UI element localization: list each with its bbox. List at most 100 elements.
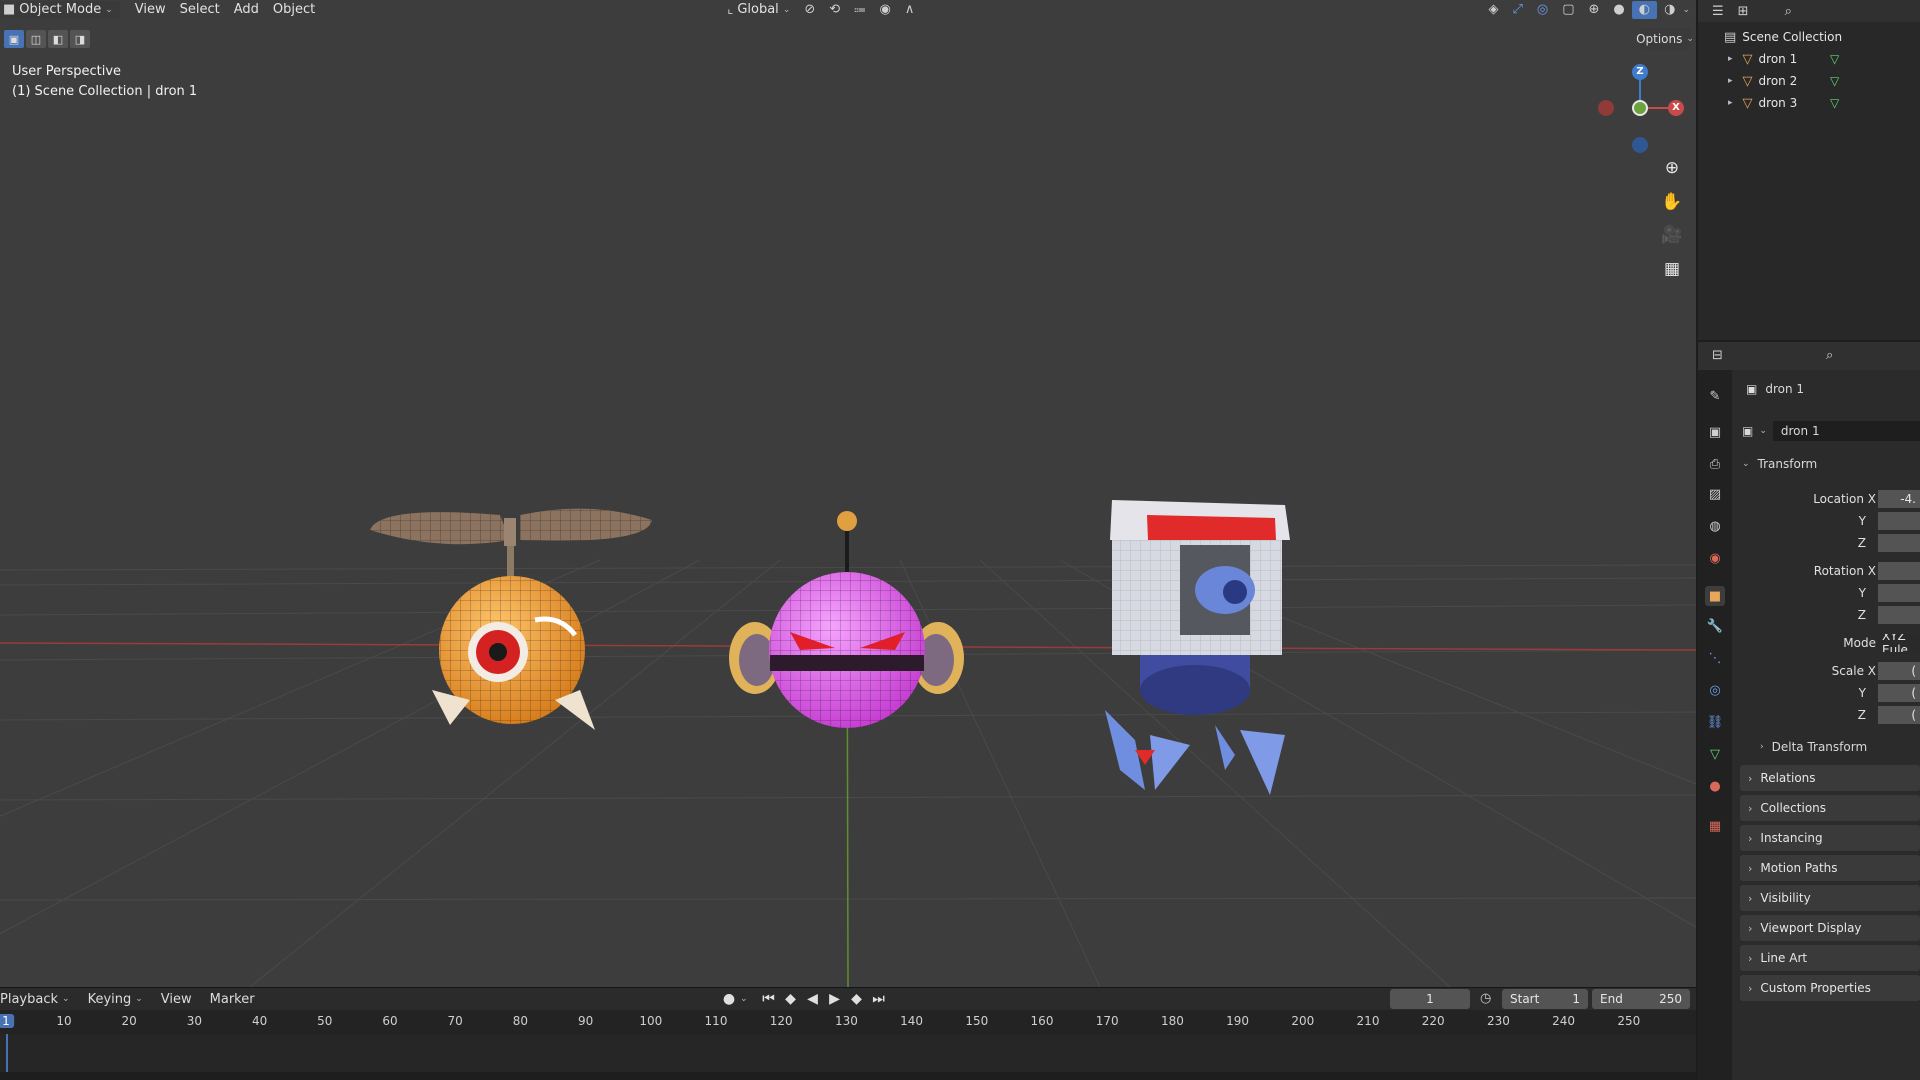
chevron-down-icon[interactable]: ⌄: [1682, 5, 1696, 15]
panel-custom-properties[interactable]: › Custom Properties: [1740, 975, 1920, 1001]
select-subtract-icon[interactable]: ◧: [48, 30, 68, 48]
panel-motion-paths[interactable]: › Motion Paths: [1740, 855, 1920, 881]
next-keyframe-icon[interactable]: ◆: [846, 991, 868, 1007]
frame-ruler[interactable]: 1 10 20 30 40 50 60 70 80 90 100 110 120 130 140 150 160…: [0, 1010, 1696, 1034]
expand-arrow-icon[interactable]: ▸: [1728, 54, 1733, 64]
jump-end-icon[interactable]: ⏭: [868, 991, 890, 1007]
delta-transform-subpanel[interactable]: › Delta Transform: [1760, 740, 1867, 754]
snap-target-icon[interactable]: ⩴: [847, 1, 872, 19]
timeline-scrollbar[interactable]: [0, 1072, 1696, 1080]
hand-pan-icon[interactable]: ✋: [1657, 187, 1687, 217]
view-layer-tab-icon[interactable]: ▨: [1705, 484, 1725, 504]
select-extend-icon[interactable]: ◫: [26, 30, 46, 48]
location-y-field[interactable]: [1878, 512, 1920, 530]
panel-visibility[interactable]: › Visibility: [1740, 885, 1920, 911]
play-icon[interactable]: ▶: [824, 991, 846, 1007]
render-tab-icon[interactable]: ▣: [1705, 422, 1725, 442]
timeline-editor[interactable]: Playback ⌄ Keying ⌄ View Marker ● ⌄ ⏮ ◆ ◀ …: [0, 987, 1696, 1080]
world-tab-icon[interactable]: ◉: [1705, 548, 1725, 568]
tool-tab-icon[interactable]: ✎: [1705, 386, 1725, 406]
panel-collections[interactable]: › Collections: [1740, 795, 1920, 821]
outliner-scene-collection[interactable]: ▤ Scene Collection: [1698, 26, 1920, 48]
gizmo-x-axis[interactable]: X: [1668, 100, 1684, 116]
scale-y-field[interactable]: (: [1878, 684, 1920, 702]
object-selector[interactable]: ▣ ⌄ dron 1: [1742, 420, 1920, 442]
menu-select[interactable]: Select: [173, 1, 227, 19]
location-x-field[interactable]: -4.: [1878, 490, 1920, 508]
panel-relations[interactable]: › Relations: [1740, 765, 1920, 791]
outliner-item-dron-1[interactable]: ▸ ▽ dron 1 ▽: [1698, 48, 1920, 70]
outliner[interactable]: ☰ ⊞ ⌕ ▤ Scene Collection ▸ ▽ dron 1 ▽ ▸ …: [1698, 0, 1920, 340]
menu-timeline-view[interactable]: View: [152, 992, 201, 1007]
search-icon[interactable]: ⌕: [1785, 4, 1792, 19]
object-tab-icon[interactable]: ■: [1705, 586, 1725, 606]
zoom-icon[interactable]: ⊕: [1657, 153, 1687, 183]
chevron-down-icon[interactable]: ⌄: [740, 994, 748, 1004]
outliner-item-dron-2[interactable]: ▸ ▽ dron 2 ▽: [1698, 70, 1920, 92]
orientation-selector[interactable]: ⌞ Global ⌄: [720, 1, 797, 19]
pivot-point-icon[interactable]: ⊘: [797, 1, 822, 19]
navigation-gizmo[interactable]: Z X: [1590, 60, 1690, 160]
gizmo-z-axis[interactable]: Z: [1632, 64, 1648, 80]
physics-tab-icon[interactable]: ◎: [1705, 680, 1725, 700]
data-tab-icon[interactable]: ▽: [1705, 744, 1725, 764]
viewport-canvas[interactable]: [0, 0, 1696, 987]
wireframe-shading-icon[interactable]: ⊕: [1582, 1, 1607, 19]
scale-x-field[interactable]: (: [1878, 662, 1920, 680]
rotation-x-field[interactable]: [1878, 562, 1920, 580]
overlays-icon[interactable]: ◎: [1530, 1, 1555, 19]
transform-panel-header[interactable]: ⌄ Transform: [1742, 457, 1817, 471]
outliner-filter-icon[interactable]: ⊞: [1738, 4, 1749, 19]
texture-tab-icon[interactable]: ▦: [1705, 816, 1725, 836]
scale-z-field[interactable]: (: [1878, 706, 1920, 724]
panel-instancing[interactable]: › Instancing: [1740, 825, 1920, 851]
editor-type-icon[interactable]: ⊟: [1712, 348, 1723, 363]
mesh-data-icon[interactable]: ▽: [1830, 96, 1839, 110]
falloff-icon[interactable]: ∧: [898, 1, 922, 19]
jump-start-icon[interactable]: ⏮: [758, 991, 780, 1007]
end-frame-field[interactable]: End 250: [1592, 989, 1690, 1009]
timeline-body[interactable]: [0, 1034, 1696, 1080]
visibility-icon[interactable]: ◈: [1481, 1, 1505, 19]
current-frame-field[interactable]: 1: [1390, 989, 1470, 1009]
solid-shading-icon[interactable]: ●: [1606, 1, 1631, 19]
3d-viewport[interactable]: ■ Object Mode ⌄ View Select Add Object ⌞…: [0, 0, 1696, 987]
scene-tab-icon[interactable]: ◍: [1705, 516, 1725, 536]
expand-arrow-icon[interactable]: ▸: [1728, 98, 1733, 108]
menu-object[interactable]: Object: [266, 1, 322, 19]
proportional-editing-icon[interactable]: ◉: [873, 1, 898, 19]
stopwatch-icon[interactable]: ◷: [1480, 991, 1491, 1006]
select-new-icon[interactable]: ▣: [4, 30, 24, 48]
camera-icon[interactable]: 🎥: [1657, 220, 1687, 250]
rendered-shading-icon[interactable]: ◑: [1657, 1, 1682, 19]
modifier-tab-icon[interactable]: 🔧: [1705, 616, 1725, 636]
mesh-data-icon[interactable]: ▽: [1830, 52, 1839, 66]
outliner-display-mode-icon[interactable]: ☰: [1712, 4, 1724, 19]
location-z-field[interactable]: [1878, 534, 1920, 552]
menu-playback[interactable]: Playback ⌄: [0, 992, 79, 1007]
gizmo-y-axis[interactable]: [1632, 100, 1648, 116]
constraints-tab-icon[interactable]: ⛓: [1705, 712, 1725, 732]
prev-keyframe-icon[interactable]: ◆: [780, 991, 802, 1007]
outliner-item-dron-3[interactable]: ▸ ▽ dron 3 ▽: [1698, 92, 1920, 114]
gizmo-negative-z[interactable]: [1632, 137, 1648, 153]
output-tab-icon[interactable]: ⎙: [1705, 454, 1725, 474]
grid-ortho-icon[interactable]: ▦: [1657, 254, 1687, 284]
mode-selector[interactable]: ■ Object Mode ⌄: [0, 1, 120, 19]
record-icon[interactable]: ●: [718, 991, 740, 1007]
search-icon[interactable]: ⌕: [1826, 348, 1833, 363]
menu-marker[interactable]: Marker: [201, 992, 264, 1007]
start-frame-field[interactable]: Start 1: [1502, 989, 1588, 1009]
options-button[interactable]: Options ⌄: [1636, 28, 1694, 50]
properties-editor[interactable]: ⊟ ⌕ ✎ ▣ ⎙ ▨ ◍ ◉ ■ 🔧 ⋱ ◎ ⛓ ▽ ● ▦ ▣ dron 1…: [1698, 342, 1920, 1080]
material-shading-icon[interactable]: ◐: [1631, 1, 1658, 19]
menu-add[interactable]: Add: [227, 1, 266, 19]
expand-arrow-icon[interactable]: ▸: [1728, 76, 1733, 86]
panel-viewport-display[interactable]: › Viewport Display: [1740, 915, 1920, 941]
material-tab-icon[interactable]: ●: [1705, 776, 1725, 796]
play-reverse-icon[interactable]: ◀: [802, 991, 824, 1007]
menu-view[interactable]: View: [128, 1, 173, 19]
panel-line-art[interactable]: › Line Art: [1740, 945, 1920, 971]
xray-icon[interactable]: ▢: [1555, 1, 1581, 19]
particles-tab-icon[interactable]: ⋱: [1705, 648, 1725, 668]
